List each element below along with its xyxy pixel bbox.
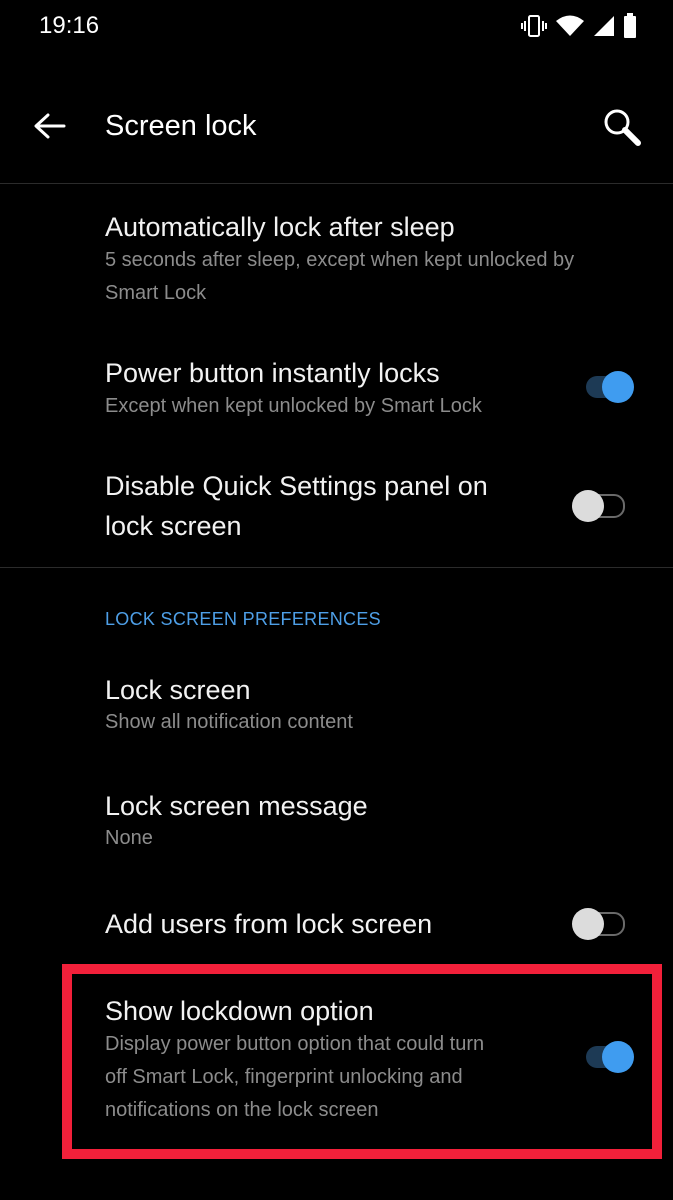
setting-title: Automatically lock after sleep (105, 212, 455, 242)
header-divider (0, 183, 673, 184)
status-icons (521, 12, 637, 40)
setting-subtitle: Display power button option that could t… (105, 1033, 485, 1055)
setting-title: Show lockdown option (105, 996, 374, 1026)
setting-subtitle: off Smart Lock, fingerprint unlocking an… (105, 1066, 463, 1088)
signal-icon (594, 16, 614, 36)
setting-subtitle: Smart Lock (105, 282, 207, 304)
setting-subtitle: notifications on the lock screen (105, 1099, 379, 1121)
setting-title: lock screen (105, 511, 242, 541)
search-icon (604, 109, 641, 146)
quick-settings-toggle[interactable] (572, 485, 632, 525)
page-title: Screen lock (105, 110, 257, 142)
status-time: 19:16 (39, 12, 100, 39)
wifi-icon (556, 15, 584, 36)
power-button-toggle[interactable] (580, 366, 640, 406)
battery-icon (624, 13, 636, 38)
setting-subtitle: Show all notification content (105, 711, 353, 733)
setting-title: Lock screen message (105, 791, 368, 821)
vibrate-icon (521, 15, 547, 37)
setting-subtitle: 5 seconds after sleep, except when kept … (105, 249, 575, 271)
setting-subtitle: Except when kept unlocked by Smart Lock (105, 395, 482, 417)
add-users-toggle[interactable] (572, 903, 632, 943)
setting-subtitle: None (105, 827, 153, 849)
search-button[interactable] (600, 105, 646, 151)
setting-title: Add users from lock screen (105, 909, 433, 939)
setting-title: Disable Quick Settings panel on (105, 471, 488, 501)
section-header: LOCK SCREEN PREFERENCES (105, 609, 381, 629)
lockdown-toggle[interactable] (580, 1036, 640, 1076)
section-divider (0, 567, 673, 568)
setting-title: Power button instantly locks (105, 358, 440, 388)
back-arrow-icon (34, 113, 66, 139)
setting-title: Lock screen (105, 675, 251, 705)
back-button[interactable] (30, 108, 70, 148)
